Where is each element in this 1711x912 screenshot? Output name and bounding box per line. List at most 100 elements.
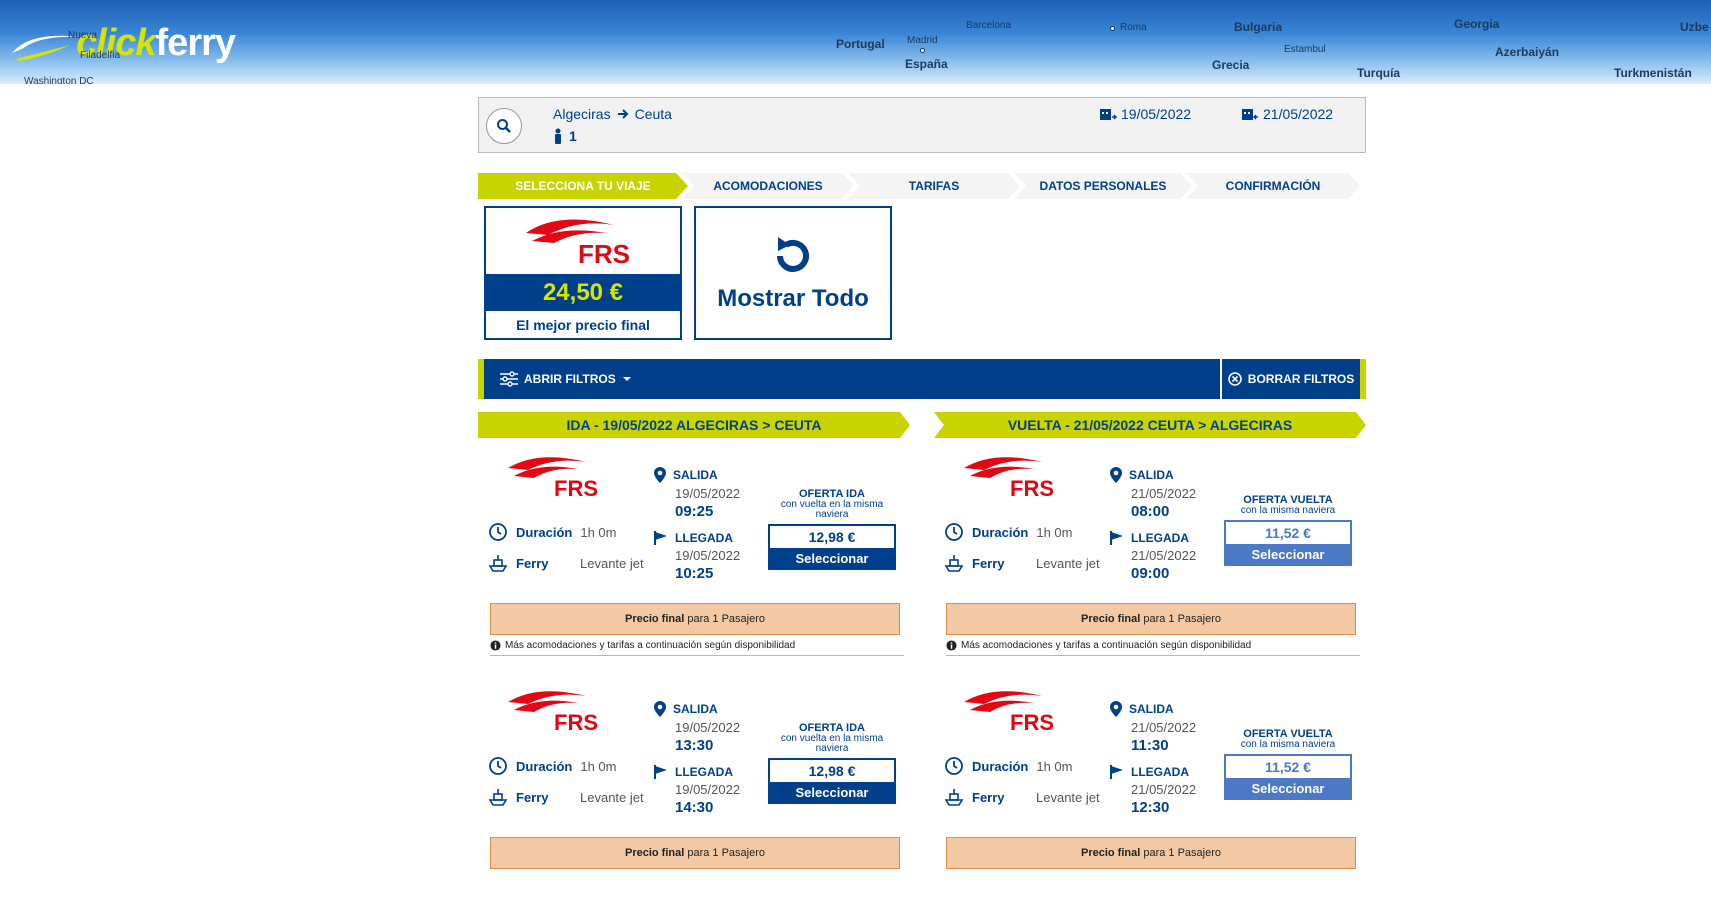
fare-price: 12,98 € — [808, 763, 856, 779]
return-column: VUELTA - 21/05/2022 CEUTA > ALGECIRAS FR… — [934, 412, 1366, 869]
map-label: Barcelona — [966, 20, 1012, 31]
svg-text:FRS: FRS — [578, 239, 630, 267]
arrival-info: LLEGADA 21/05/2022 09:00 — [1109, 530, 1196, 582]
departure-info: SALIDA 19/05/2022 13:30 — [653, 700, 740, 754]
fare-price: 11,52 € — [1265, 525, 1311, 541]
open-filters-button[interactable]: ABRIR FILTROS — [500, 359, 632, 399]
caret-down-icon — [622, 377, 631, 381]
select-fare-button[interactable]: 12,98 € Seleccionar — [768, 524, 896, 570]
vessel: Ferry Levante jet — [944, 553, 1100, 573]
offer-box: OFERTA IDA con vuelta en la misma navier… — [768, 722, 896, 804]
frs-logo: FRS — [960, 454, 1070, 503]
map-label: Washington DC — [24, 76, 94, 84]
frs-logo: FRS — [486, 208, 680, 274]
map-dot — [1110, 26, 1115, 31]
map-label: Madrid — [907, 35, 938, 46]
frs-logo: FRS — [504, 688, 614, 737]
outbound-column: IDA - 19/05/2022 ALGECIRAS > CEUTA FRS D… — [478, 412, 910, 869]
booking-steps: SELECCIONA TU VIAJE ACOMODACIONES TARIFA… — [478, 173, 1366, 199]
map-label: Georgia — [1454, 17, 1500, 31]
svg-text:FRS: FRS — [554, 710, 598, 732]
duration: Duración 1h 0m — [488, 756, 616, 776]
step-accommodations[interactable]: ACOMODACIONES — [682, 173, 854, 199]
step-confirmation[interactable]: CONFIRMACIÓN — [1186, 173, 1360, 199]
calendar-return-icon — [1242, 109, 1258, 120]
vessel: Ferry Levante jet — [944, 787, 1100, 807]
fare-price: 12,98 € — [808, 529, 856, 545]
location-pin-icon — [653, 700, 667, 718]
duration: Duración 1h 0m — [488, 522, 616, 542]
arrival-time: 09:00 — [1131, 565, 1170, 582]
best-price-value: 24,50 € — [486, 274, 680, 311]
show-all-label: Mostrar Todo — [717, 285, 869, 312]
best-price-label: El mejor precio final — [516, 316, 650, 333]
step-select-trip[interactable]: SELECCIONA TU VIAJE — [478, 173, 688, 199]
step-fares[interactable]: TARIFAS — [848, 173, 1020, 199]
filters-bar: ABRIR FILTROS BORRAR FILTROS — [478, 359, 1366, 399]
final-price-note: Precio final para 1 Pasajero — [490, 837, 900, 869]
select-fare-button[interactable]: 12,98 € Seleccionar — [768, 758, 896, 804]
map-label: Bulgaria — [1234, 20, 1283, 34]
ship-icon — [944, 553, 964, 573]
refresh-icon — [777, 237, 809, 272]
departure-time: 08:00 — [1131, 503, 1170, 520]
search-icon — [497, 119, 511, 133]
ship-icon — [944, 787, 964, 807]
sliders-icon — [500, 371, 518, 387]
departure-info: SALIDA 21/05/2022 08:00 — [1109, 466, 1196, 520]
departure-info: SALIDA 21/05/2022 11:30 — [1109, 700, 1196, 754]
final-price-note: Precio final para 1 Pasajero — [946, 837, 1356, 869]
location-pin-icon — [653, 466, 667, 484]
arrival-info: LLEGADA 19/05/2022 10:25 — [653, 530, 740, 582]
arrow-right-icon — [617, 109, 629, 119]
duration: Duración 1h 0m — [944, 522, 1072, 542]
clock-icon — [488, 522, 508, 542]
map-label: Estambul — [1284, 44, 1326, 55]
duration: Duración 1h 0m — [944, 756, 1072, 776]
final-price-note: Precio final para 1 Pasajero — [946, 603, 1356, 635]
clock-icon — [944, 756, 964, 776]
arrival-time: 12:30 — [1131, 799, 1170, 816]
map-label: Grecia — [1212, 58, 1250, 72]
destination-port: Ceuta — [634, 106, 672, 122]
map-label: España — [905, 57, 948, 71]
map-label: Turquía — [1357, 66, 1401, 80]
map-label: Turkmenistán — [1614, 66, 1692, 80]
map-label: Nueva — [68, 30, 97, 41]
arrival-info: LLEGADA 21/05/2022 12:30 — [1109, 764, 1196, 816]
final-price-note: Precio final para 1 Pasajero — [490, 603, 900, 635]
logo-swoosh-icon — [10, 23, 82, 63]
person-icon — [555, 128, 561, 144]
select-fare-button[interactable]: 11,52 € Seleccionar — [1224, 754, 1352, 800]
trip-card: FRS Duración 1h 0m Ferry Levante jet SALID… — [478, 446, 910, 678]
departure-info: SALIDA 19/05/2022 09:25 — [653, 466, 740, 520]
ship-icon — [488, 553, 508, 573]
location-pin-icon — [1109, 466, 1123, 484]
best-price-card[interactable]: FRS 24,50 € El mejor precio final — [484, 206, 682, 340]
fare-price: 11,52 € — [1265, 759, 1311, 775]
trip-card: FRS Duración 1h 0m Ferry Levante jet SALID… — [934, 680, 1366, 912]
search-summary-bar[interactable]: Algeciras Ceuta 1 19/05/2022 21/05/2022 — [478, 97, 1366, 153]
return-date: 21/05/2022 — [1241, 106, 1333, 122]
arrival-info: LLEGADA 19/05/2022 14:30 — [653, 764, 740, 816]
map-label: Uzbe — [1680, 20, 1709, 34]
return-title: VUELTA - 21/05/2022 CEUTA > ALGECIRAS — [934, 412, 1366, 438]
frs-logo: FRS — [960, 688, 1070, 737]
show-all-card[interactable]: Mostrar Todo — [694, 206, 892, 340]
search-button[interactable] — [486, 108, 522, 144]
info-icon — [490, 640, 501, 651]
clickferry-logo[interactable]: clickferry — [10, 18, 236, 68]
info-note: Más acomodaciones y tarifas a continuaci… — [490, 640, 904, 656]
departure-time: 13:30 — [675, 737, 714, 754]
offer-box: OFERTA VUELTA con la misma naviera 11,52… — [1224, 728, 1352, 800]
departure-date: 19/05/2022 — [1099, 106, 1191, 122]
arrival-time: 10:25 — [675, 565, 714, 582]
clock-icon — [944, 522, 964, 542]
location-pin-icon — [1109, 700, 1123, 718]
offer-box: OFERTA IDA con vuelta en la misma navier… — [768, 488, 896, 570]
select-fare-button[interactable]: 11,52 € Seleccionar — [1224, 520, 1352, 566]
info-icon — [946, 640, 957, 651]
clear-filters-button[interactable]: BORRAR FILTROS — [1220, 359, 1360, 399]
site-header: clickferry Nueva Filadelfia Washington D… — [0, 0, 1711, 84]
step-personal-data[interactable]: DATOS PERSONALES — [1014, 173, 1192, 199]
